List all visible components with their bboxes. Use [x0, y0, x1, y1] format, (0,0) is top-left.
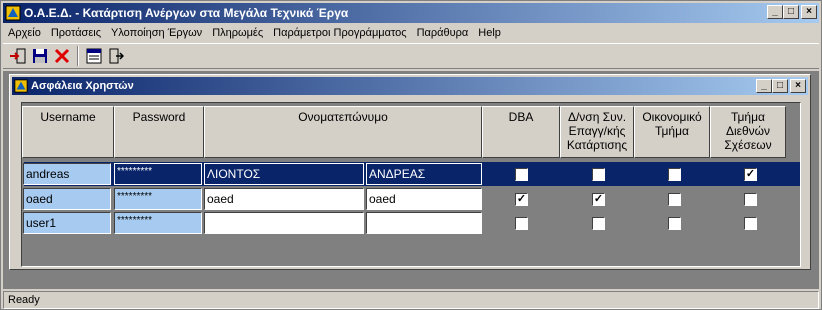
toolbar [3, 43, 819, 69]
checkbox-intl[interactable] [744, 193, 757, 206]
cell-firstname[interactable]: ΑΝΔΡΕΑΣ [366, 163, 482, 185]
checkbox-finance[interactable] [668, 217, 681, 230]
checkbox-dba[interactable]: ✓ [515, 193, 528, 206]
child-title-bar[interactable]: Ασφάλεια Χρηστών _ □ × [12, 77, 808, 95]
minimize-button[interactable]: _ [767, 5, 783, 19]
cell-username[interactable]: andreas [23, 163, 111, 185]
user-security-window: Ασφάλεια Χρηστών _ □ × Username Password… [9, 74, 811, 270]
save-icon [33, 49, 47, 63]
cell-firstname[interactable] [366, 212, 482, 234]
save-button[interactable] [29, 45, 51, 67]
header-intl-dept[interactable]: Τμήμα Διεθνών Σχέσεων [710, 106, 786, 158]
users-grid: Username Password Ονοματεπώνυμο DBA Δ/νσ… [21, 102, 801, 267]
checkbox-intl[interactable] [744, 217, 757, 230]
checkbox-dba[interactable] [515, 168, 528, 181]
menu-payments[interactable]: Πληρωμές [207, 27, 268, 39]
menu-parameters[interactable]: Παράμετροι Προγράμματος [268, 27, 411, 39]
checkbox-training[interactable] [592, 217, 605, 230]
cell-password[interactable]: ********* [114, 188, 202, 210]
exit-button[interactable] [105, 45, 127, 67]
header-fullname[interactable]: Ονοματεπώνυμο [204, 106, 482, 158]
cell-surname[interactable] [204, 212, 364, 234]
child-maximize-button[interactable]: □ [772, 79, 788, 93]
child-close-button[interactable]: × [790, 79, 806, 93]
child-title: Ασφάλεια Χρηστών [31, 80, 134, 92]
menu-file[interactable]: Αρχείο [3, 27, 46, 39]
header-dba[interactable]: DBA [482, 106, 560, 158]
delete-icon [54, 48, 70, 64]
menu-projects[interactable]: Υλοποίηση Έργων [106, 27, 207, 39]
checkbox-finance[interactable] [668, 193, 681, 206]
maximize-button[interactable]: □ [783, 5, 799, 19]
status-bar: Ready [3, 291, 819, 309]
login-button[interactable] [7, 45, 29, 67]
menu-proposals[interactable]: Προτάσεις [46, 27, 106, 39]
cell-password[interactable]: ********* [114, 163, 202, 185]
app-icon [5, 5, 21, 21]
cell-firstname[interactable]: oaed [366, 188, 482, 210]
header-username[interactable]: Username [22, 106, 114, 158]
checkbox-intl[interactable]: ✓ [744, 168, 757, 181]
delete-button[interactable] [51, 45, 73, 67]
checkbox-dba[interactable] [515, 217, 528, 230]
checkbox-training[interactable] [592, 168, 605, 181]
header-finance-dept[interactable]: Οικονομικό Τμήμα [634, 106, 710, 158]
header-password[interactable]: Password [114, 106, 204, 158]
child-minimize-button[interactable]: _ [756, 79, 772, 93]
application-window: Ο.Α.Ε.Δ. - Κατάρτιση Ανέργων στα Μεγάλα … [0, 0, 822, 310]
cell-surname[interactable]: ΛΙΟΝΤΟΣ [204, 163, 364, 185]
form-icon [14, 79, 28, 93]
mdi-area: Ασφάλεια Χρηστών _ □ × Username Password… [3, 71, 819, 289]
checkbox-finance[interactable] [668, 168, 681, 181]
toolbar-separator [77, 46, 79, 66]
close-button[interactable]: × [801, 5, 817, 19]
header-training-dept[interactable]: Δ/νση Συν. Επαγγ/κής Κατάρτισης [560, 106, 634, 158]
cell-password[interactable]: ********* [114, 212, 202, 234]
title-bar[interactable]: Ο.Α.Ε.Δ. - Κατάρτιση Ανέργων στα Μεγάλα … [3, 3, 819, 23]
exit-icon [109, 48, 124, 64]
login-icon [10, 48, 26, 64]
cell-username[interactable]: user1 [23, 212, 111, 234]
checkbox-training[interactable]: ✓ [592, 193, 605, 206]
window-icon [86, 48, 102, 64]
window-title: Ο.Α.Ε.Δ. - Κατάρτιση Ανέργων στα Μεγάλα … [24, 6, 349, 20]
cell-surname[interactable]: oaed [204, 188, 364, 210]
menu-windows[interactable]: Παράθυρα [412, 27, 474, 39]
menu-help[interactable]: Help [473, 27, 506, 39]
menu-bar: Αρχείο Προτάσεις Υλοποίηση Έργων Πληρωμέ… [3, 24, 819, 42]
window-button[interactable] [83, 45, 105, 67]
cell-username[interactable]: oaed [23, 188, 111, 210]
